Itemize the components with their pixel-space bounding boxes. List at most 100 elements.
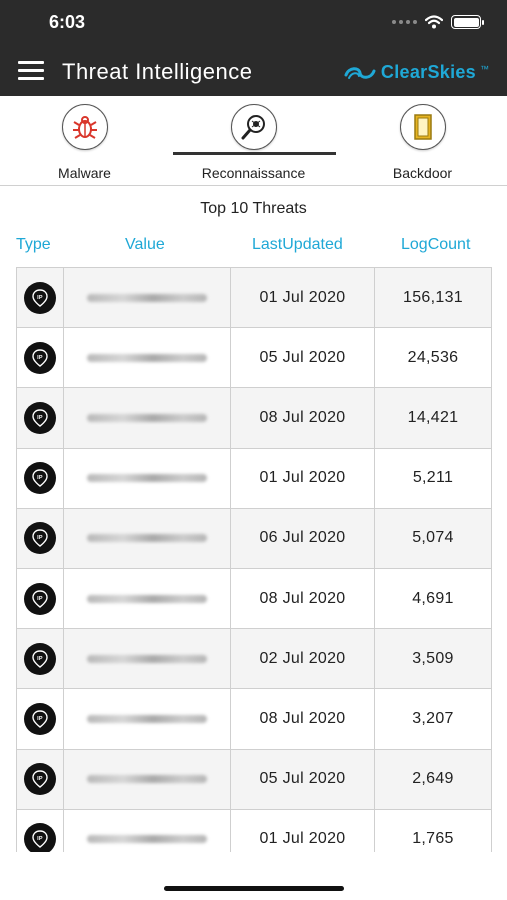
table-row[interactable]: IP 01 Jul 2020 156,131 — [16, 268, 492, 329]
door-icon — [400, 104, 446, 150]
hamburger-menu-icon[interactable] — [18, 61, 44, 81]
redacted-value — [87, 293, 207, 302]
type-cell: IP — [16, 448, 63, 508]
type-cell: IP — [16, 268, 63, 328]
value-cell-redacted — [63, 268, 230, 328]
table-row[interactable]: IP 08 Jul 2020 4,691 — [16, 568, 492, 630]
last-updated-cell: 01 Jul 2020 — [230, 268, 374, 328]
last-updated-cell: 01 Jul 2020 — [230, 809, 374, 852]
type-cell: IP — [16, 629, 63, 689]
ip-label: IP — [37, 656, 43, 662]
log-count-cell: 4,691 — [374, 568, 492, 629]
ip-label: IP — [37, 355, 43, 361]
status-icons — [392, 15, 484, 29]
tab-label-malware: Malware — [58, 165, 111, 181]
tab-label-reconnaissance: Reconnaissance — [201, 165, 306, 181]
value-cell-redacted — [63, 568, 230, 629]
ip-icon: IP — [24, 281, 56, 314]
table-header: Type Value LastUpdated LogCount — [0, 236, 507, 256]
ip-label: IP — [37, 596, 43, 602]
table-row[interactable]: IP 05 Jul 2020 2,649 — [16, 749, 492, 810]
ip-label: IP — [37, 535, 43, 541]
wifi-icon — [425, 15, 443, 29]
table-row[interactable]: IP 01 Jul 2020 1,765 — [16, 809, 492, 852]
value-cell-redacted — [63, 749, 230, 809]
value-cell-redacted — [63, 809, 230, 852]
redacted-value — [87, 654, 207, 663]
ip-label: IP — [37, 475, 43, 481]
type-cell: IP — [16, 689, 63, 749]
ip-icon: IP — [24, 401, 56, 434]
ip-icon: IP — [24, 341, 56, 374]
log-count-cell: 24,536 — [374, 328, 492, 388]
status-time: 6:03 — [49, 12, 86, 32]
ip-label: IP — [37, 836, 43, 842]
log-count-cell: 14,421 — [374, 388, 492, 448]
ip-icon: IP — [24, 522, 56, 555]
redacted-value — [87, 835, 207, 844]
type-cell: IP — [16, 388, 63, 448]
brand-logo: ClearSkies ™ — [343, 62, 489, 83]
table-row[interactable]: IP 06 Jul 2020 5,074 — [16, 508, 492, 569]
value-cell-redacted — [63, 508, 230, 568]
ip-label: IP — [37, 776, 43, 782]
value-cell-redacted — [63, 448, 230, 508]
column-header-value[interactable]: Value — [125, 236, 165, 254]
redacted-value — [87, 413, 207, 422]
value-cell-redacted — [63, 629, 230, 689]
ip-icon: IP — [24, 462, 56, 495]
redacted-value — [87, 775, 207, 784]
signal-icon — [392, 20, 417, 24]
ip-icon: IP — [24, 823, 56, 852]
app-title: Threat Intelligence — [62, 59, 253, 84]
log-count-cell: 3,207 — [374, 689, 492, 749]
ip-icon: IP — [24, 702, 56, 735]
column-header-last-updated[interactable]: LastUpdated — [252, 236, 343, 254]
ip-label: IP — [37, 295, 43, 301]
redacted-value — [87, 474, 207, 483]
section-title: Top 10 Threats — [200, 200, 307, 217]
table-row[interactable]: IP 01 Jul 2020 5,211 — [16, 448, 492, 509]
log-count-cell: 3,509 — [374, 629, 492, 689]
tab-malware[interactable]: Malware — [0, 96, 169, 186]
battery-icon — [451, 15, 484, 29]
tab-label-backdoor: Backdoor — [392, 165, 453, 181]
column-header-log-count[interactable]: LogCount — [401, 236, 470, 254]
table-row[interactable]: IP 08 Jul 2020 3,207 — [16, 689, 492, 750]
type-cell: IP — [16, 809, 63, 852]
value-cell-redacted — [63, 689, 230, 749]
value-cell-redacted — [63, 328, 230, 388]
type-cell: IP — [16, 568, 63, 629]
redacted-value — [87, 534, 207, 543]
table-row[interactable]: IP 05 Jul 2020 24,536 — [16, 328, 492, 389]
redacted-value — [87, 353, 207, 362]
redacted-value — [87, 594, 207, 603]
home-indicator[interactable] — [164, 886, 344, 891]
log-count-cell: 156,131 — [374, 268, 492, 328]
tab-backdoor[interactable]: Backdoor — [338, 96, 507, 186]
ip-icon: IP — [24, 763, 56, 796]
tab-reconnaissance[interactable]: Reconnaissance — [169, 96, 338, 186]
column-header-type[interactable]: Type — [16, 236, 51, 254]
threats-table[interactable]: IP 01 Jul 2020 156,131 IP 05 Jul 2020 24,536 I… — [16, 267, 492, 852]
category-tabs: Malware Reconnaissance Backdoor — [0, 96, 507, 186]
table-row[interactable]: IP 08 Jul 2020 14,421 — [16, 388, 492, 449]
type-cell: IP — [16, 508, 63, 568]
active-tab-indicator — [173, 152, 336, 155]
log-count-cell: 1,765 — [374, 809, 492, 852]
bug-icon — [62, 104, 108, 150]
redacted-value — [87, 714, 207, 723]
ip-label: IP — [37, 415, 43, 421]
table-row[interactable]: IP 02 Jul 2020 3,509 — [16, 629, 492, 690]
magnifier-icon — [231, 104, 277, 150]
app-bar: Threat Intelligence ClearSkies ™ — [0, 46, 507, 96]
type-cell: IP — [16, 749, 63, 809]
last-updated-cell: 08 Jul 2020 — [230, 388, 374, 448]
brand-name: ClearSkies — [380, 62, 476, 82]
ip-icon: IP — [24, 642, 56, 675]
log-count-cell: 2,649 — [374, 749, 492, 809]
log-count-cell: 5,074 — [374, 508, 492, 568]
last-updated-cell: 01 Jul 2020 — [230, 448, 374, 508]
last-updated-cell: 08 Jul 2020 — [230, 689, 374, 749]
clearskies-swirl-icon — [344, 66, 376, 79]
